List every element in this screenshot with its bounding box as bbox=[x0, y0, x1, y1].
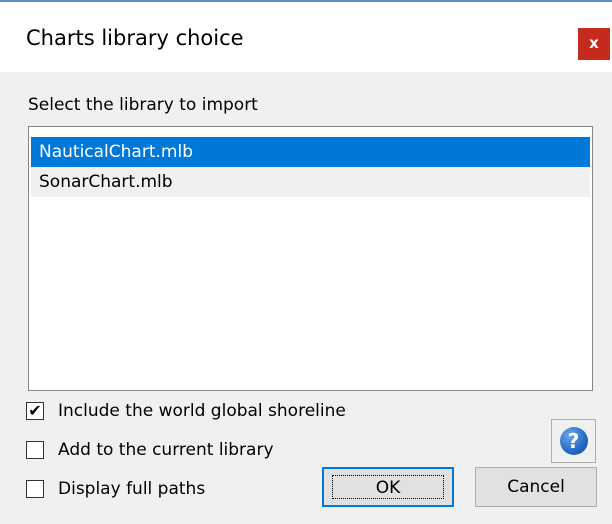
cancel-button[interactable]: Cancel bbox=[475, 467, 597, 507]
add-current-library-option[interactable]: Add to the current library bbox=[26, 437, 274, 463]
ok-button-label: OK bbox=[332, 475, 444, 499]
title-bar: Charts library choice x bbox=[0, 0, 612, 72]
include-shoreline-option[interactable]: ✔ Include the world global shoreline bbox=[26, 398, 346, 424]
help-button[interactable]: ? bbox=[551, 419, 596, 463]
include-shoreline-checkbox[interactable]: ✔ bbox=[26, 402, 44, 420]
add-current-library-checkbox[interactable] bbox=[26, 441, 44, 459]
close-button[interactable]: x bbox=[578, 28, 610, 60]
instruction-label: Select the library to import bbox=[28, 95, 258, 115]
library-listbox[interactable]: NauticalChart.mlb SonarChart.mlb bbox=[28, 126, 593, 391]
display-full-paths-label: Display full paths bbox=[58, 479, 206, 499]
include-shoreline-label: Include the world global shoreline bbox=[58, 401, 346, 421]
display-full-paths-option[interactable]: Display full paths bbox=[26, 476, 205, 502]
dialog-title: Charts library choice bbox=[26, 26, 244, 50]
help-icon: ? bbox=[559, 427, 588, 455]
list-item-sonarchart[interactable]: SonarChart.mlb bbox=[31, 167, 590, 197]
display-full-paths-checkbox[interactable] bbox=[26, 480, 44, 498]
charts-library-dialog: Charts library choice x Select the libra… bbox=[0, 0, 612, 524]
add-current-library-label: Add to the current library bbox=[58, 440, 274, 460]
close-icon: x bbox=[589, 34, 599, 52]
ok-button[interactable]: OK bbox=[322, 467, 454, 507]
list-item-nauticalchart[interactable]: NauticalChart.mlb bbox=[31, 137, 590, 167]
